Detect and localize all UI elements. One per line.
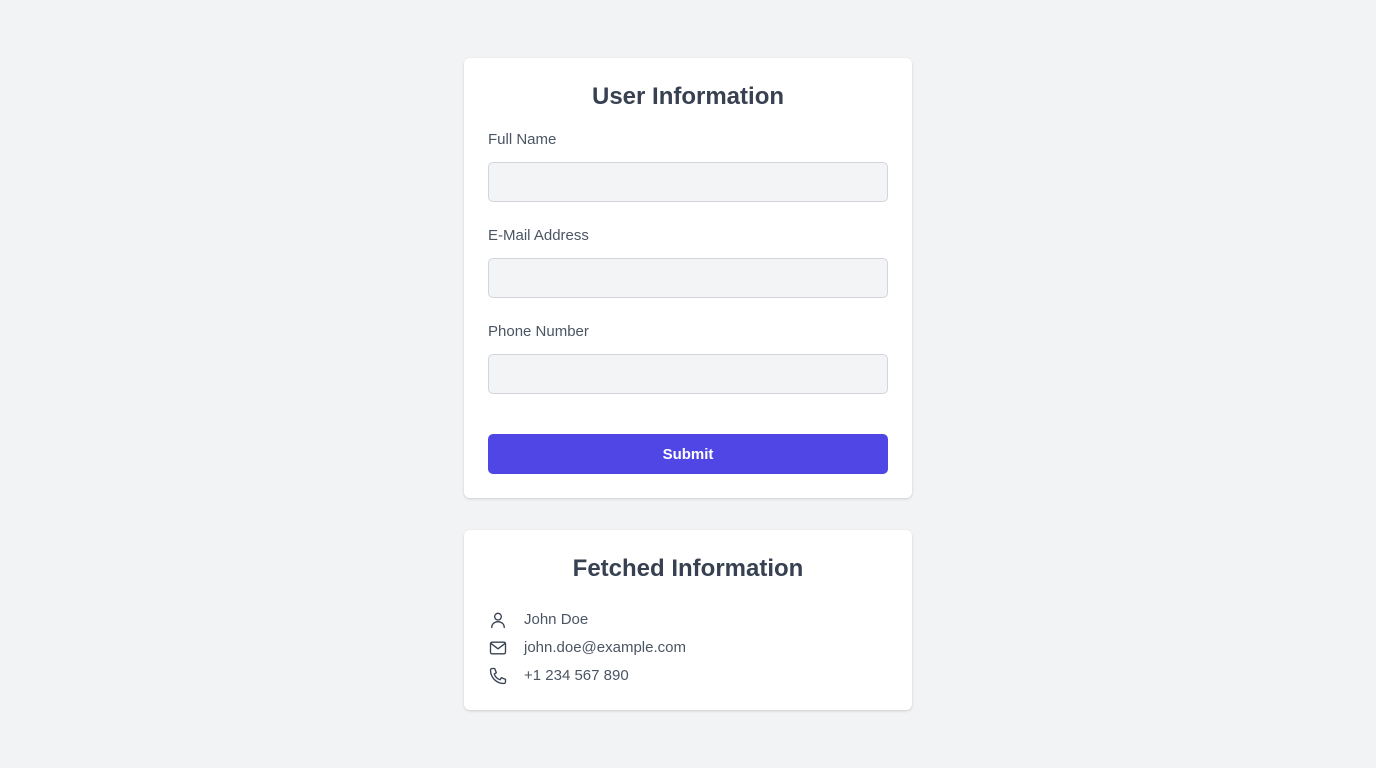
full-name-input[interactable] <box>488 162 888 202</box>
fetched-title: Fetched Information <box>572 555 804 582</box>
fetched-email: john.doe@example.com <box>524 639 686 656</box>
email-label: E-Mail Address <box>488 227 589 244</box>
user-icon <box>488 610 508 630</box>
fetched-information-card: Fetched Information John Doe john.doe@ex… <box>464 530 912 710</box>
fetched-phone: +1 234 567 890 <box>524 667 629 684</box>
phone-label: Phone Number <box>488 323 589 340</box>
phone-input[interactable] <box>488 354 888 394</box>
email-input[interactable] <box>488 258 888 298</box>
full-name-label: Full Name <box>488 131 557 148</box>
phone-icon <box>488 666 508 686</box>
mail-icon <box>488 638 508 658</box>
submit-button[interactable]: Submit <box>488 434 888 474</box>
fetched-email-row: john.doe@example.com <box>488 636 686 660</box>
fetched-phone-row: +1 234 567 890 <box>488 664 629 688</box>
fetched-name-row: John Doe <box>488 608 588 632</box>
user-information-card: User Information Full Name E-Mail Addres… <box>464 58 912 498</box>
form-title: User Information <box>591 83 785 110</box>
fetched-name: John Doe <box>524 611 589 628</box>
